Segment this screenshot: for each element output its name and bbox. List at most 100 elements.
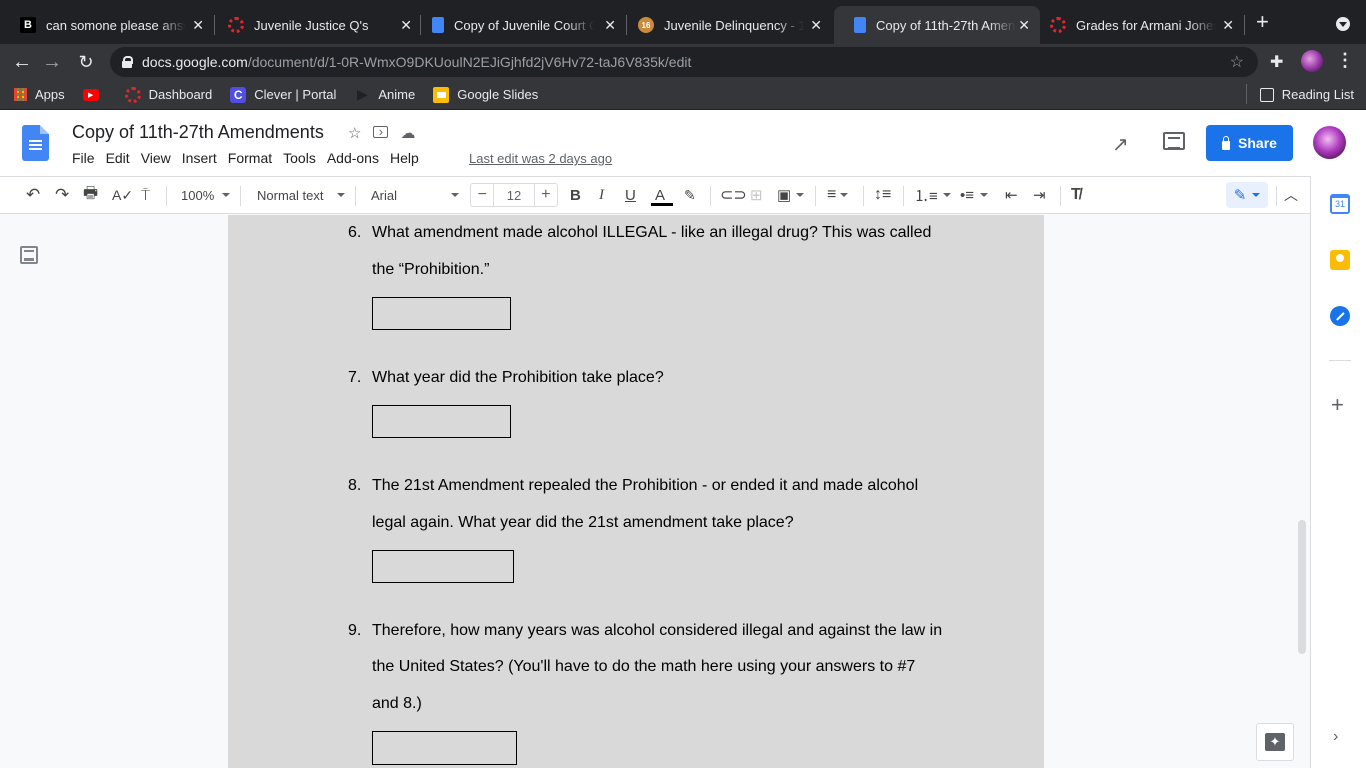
italic-icon[interactable]: I	[599, 177, 604, 213]
explore-button[interactable]: ✦	[1256, 723, 1294, 761]
highlight-color-icon[interactable]: ✎	[684, 177, 696, 213]
menu-edit[interactable]: Edit	[106, 150, 130, 166]
menu-format[interactable]: Format	[228, 150, 272, 166]
account-avatar[interactable]	[1313, 126, 1346, 159]
collapse-menus-icon[interactable]: ︿	[1284, 177, 1298, 213]
answer-box-8[interactable]	[372, 550, 514, 583]
bookmark-dashboard[interactable]: Dashboard	[124, 86, 212, 103]
close-tab-icon[interactable]: ✕	[400, 17, 412, 34]
font-select[interactable]: Arial	[371, 177, 459, 213]
tab-juvenile-court[interactable]: Copy of Juvenile Court Q ✕	[412, 6, 626, 44]
get-addons-plus-icon[interactable]: +	[1331, 392, 1344, 418]
comment-history-icon[interactable]	[1163, 132, 1185, 150]
spellcheck-icon[interactable]: A✓	[112, 177, 133, 213]
youtube-icon: ▶	[82, 88, 99, 101]
close-tab-icon[interactable]: ✕	[192, 17, 204, 34]
bookmark-anime[interactable]: ▶ Anime	[354, 86, 415, 103]
close-tab-icon[interactable]: ✕	[1222, 17, 1234, 34]
right-margin-area	[1044, 215, 1310, 768]
google-calendar-icon[interactable]: 31	[1330, 194, 1350, 214]
chrome-menu-icon[interactable]: ⋮	[1336, 50, 1354, 71]
tab-search-dropdown-icon[interactable]	[1336, 17, 1350, 31]
bulleted-list-icon[interactable]: •≡	[960, 177, 989, 213]
menu-tools[interactable]: Tools	[283, 150, 316, 166]
answer-box-7[interactable]	[372, 405, 511, 438]
close-tab-icon[interactable]: ✕	[810, 17, 822, 34]
tab-juvenile-justice[interactable]: Juvenile Justice Q's ✕	[208, 6, 422, 44]
numbered-list-icon[interactable]: ⒈≡	[914, 177, 951, 213]
show-side-panel-chevron-icon[interactable]: ›	[1333, 728, 1338, 746]
tab-juvenile-delinquency[interactable]: 16 Juvenile Delinquency - 16 ✕	[618, 6, 832, 44]
line-spacing-icon[interactable]: ↕≡	[874, 177, 891, 213]
vertical-scrollbar[interactable]	[1298, 520, 1306, 654]
decrease-indent-icon[interactable]: ⇤	[1005, 177, 1018, 213]
add-comment-icon[interactable]: ⊞	[750, 177, 763, 213]
forward-icon[interactable]: →	[40, 50, 64, 74]
tab-amendments-active[interactable]: Copy of 11th-27th Amend ✕	[834, 6, 1040, 44]
google-slides-icon	[433, 86, 450, 103]
star-icon[interactable]: ☆	[348, 124, 361, 142]
google-docs-logo-icon[interactable]	[22, 125, 49, 161]
chevron-down-icon	[222, 193, 231, 197]
increase-indent-icon[interactable]: ⇥	[1033, 177, 1046, 213]
move-folder-icon[interactable]: ›	[373, 125, 389, 138]
decrease-font-size-button[interactable]: −	[471, 184, 495, 206]
tab-grades[interactable]: Grades for Armani Jones ✕	[1030, 6, 1244, 44]
reading-list-button[interactable]: Reading List	[1245, 84, 1354, 104]
underline-icon[interactable]: U	[625, 177, 636, 213]
clear-formatting-icon[interactable]: T̸	[1071, 177, 1081, 213]
zoom-select[interactable]: 100%	[181, 177, 231, 213]
answer-box-6[interactable]	[372, 297, 511, 330]
paragraph-style-select[interactable]: Normal text	[257, 177, 346, 213]
new-tab-button[interactable]: +	[1256, 11, 1269, 33]
reload-icon[interactable]: ↻	[74, 50, 98, 74]
menu-file[interactable]: File	[72, 150, 95, 166]
paint-format-icon[interactable]: ⍑	[141, 177, 150, 213]
chevron-down-icon	[980, 193, 989, 197]
back-icon[interactable]: ←	[10, 50, 34, 74]
bold-icon[interactable]: B	[570, 177, 581, 213]
font-size-input[interactable]: 12	[494, 184, 533, 206]
activity-dashboard-icon[interactable]: ↗	[1112, 132, 1129, 157]
profile-avatar[interactable]	[1301, 50, 1323, 72]
last-edit-link[interactable]: Last edit was 2 days ago	[469, 151, 612, 166]
align-left-icon[interactable]: ≡	[827, 177, 849, 213]
undo-icon[interactable]: ↶	[26, 177, 40, 213]
google-docs-icon	[432, 17, 444, 33]
canvas-icon	[228, 17, 244, 33]
document-outline-icon[interactable]	[20, 246, 38, 264]
cloud-saved-icon[interactable]: ☁	[400, 124, 415, 142]
address-bar[interactable]: docs.google.com/document/d/1-0R-WmxO9DKU…	[110, 47, 1258, 77]
share-button[interactable]: Share	[1206, 125, 1293, 161]
close-tab-icon[interactable]: ✕	[1018, 17, 1030, 34]
insert-image-icon[interactable]: ▣	[777, 177, 805, 213]
document-title[interactable]: Copy of 11th-27th Amendments	[72, 122, 324, 143]
text-color-icon[interactable]: A	[655, 177, 665, 213]
bookmark-google-slides[interactable]: Google Slides	[433, 86, 538, 103]
left-margin-area	[0, 215, 228, 768]
print-icon[interactable]: 🖶	[83, 177, 98, 213]
bookmark-youtube[interactable]: ▶	[82, 88, 107, 101]
editing-mode-button[interactable]: ✎	[1226, 182, 1268, 208]
increase-font-size-button[interactable]: +	[533, 184, 557, 206]
bookmark-clever[interactable]: C Clever | Portal	[230, 86, 336, 103]
google-keep-icon[interactable]	[1330, 250, 1350, 270]
menu-view[interactable]: View	[141, 150, 171, 166]
insert-link-icon[interactable]: ⊂⊃	[720, 177, 747, 213]
bookmark-star-icon[interactable]: ☆	[1230, 52, 1244, 72]
answer-box-9[interactable]	[372, 731, 517, 765]
google-tasks-icon[interactable]	[1330, 306, 1350, 326]
menu-addons[interactable]: Add-ons	[327, 150, 379, 166]
menu-help[interactable]: Help	[390, 150, 419, 166]
tab-brainly[interactable]: B can somone please answ ✕	[0, 6, 214, 44]
brainly-icon: B	[20, 17, 36, 33]
chevron-down-icon	[451, 193, 459, 197]
redo-icon[interactable]: ↷	[55, 177, 69, 213]
chevron-down-icon	[840, 193, 849, 197]
extensions-puzzle-icon[interactable]: ✚	[1270, 52, 1283, 72]
menu-insert[interactable]: Insert	[182, 150, 217, 166]
bookmark-apps[interactable]: Apps	[14, 87, 65, 102]
lock-icon[interactable]	[122, 56, 133, 68]
close-tab-icon[interactable]: ✕	[604, 17, 616, 34]
reading-list-icon	[1259, 87, 1274, 102]
